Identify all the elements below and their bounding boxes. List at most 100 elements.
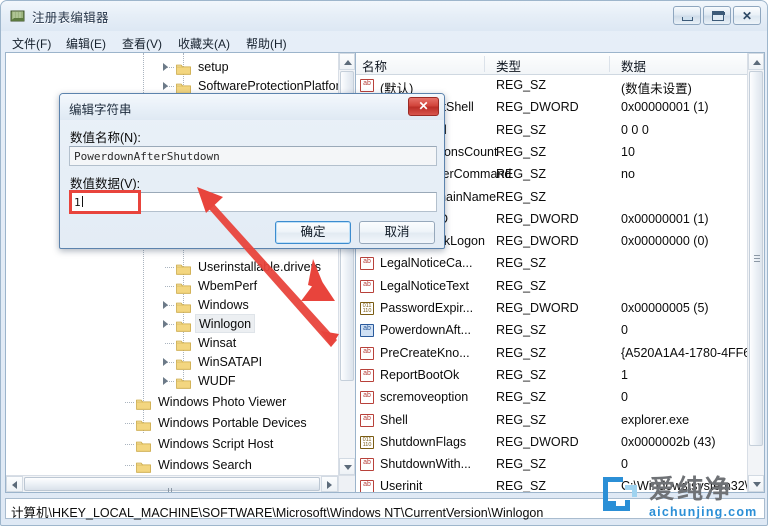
expand-arrow-icon[interactable] [163, 377, 168, 385]
column-divider[interactable] [484, 56, 485, 72]
value-type: REG_SZ [496, 479, 546, 492]
column-header[interactable]: 数据 [621, 56, 646, 75]
value-data: explorer.exe [621, 413, 689, 427]
value-data: 0x00000000 (0) [621, 234, 709, 248]
tree-item-label: WUDF [198, 371, 236, 392]
registry-icon [10, 8, 26, 24]
values-scroll-up-button[interactable] [748, 53, 764, 70]
folder-icon [176, 280, 191, 292]
value-data: 0x00000001 (1) [621, 212, 709, 226]
column-divider[interactable] [609, 56, 610, 72]
value-name: Shell [380, 413, 408, 427]
value-data: 1 [621, 368, 628, 382]
folder-icon [136, 417, 151, 429]
menu-item-3[interactable]: 查看(V) [117, 34, 167, 53]
value-data-input[interactable]: 1 [69, 192, 437, 212]
folder-icon [176, 375, 191, 387]
title-bar: 注册表编辑器 ✕ [1, 1, 767, 31]
cancel-button[interactable]: 取消 [359, 221, 435, 244]
value-type: REG_SZ [496, 167, 546, 181]
dialog-title-bar: 编辑字符串 ✕ [60, 94, 444, 120]
tree-scroll-left-button[interactable] [6, 476, 23, 492]
expand-arrow-icon[interactable] [163, 301, 168, 309]
menu-item-2[interactable]: 编辑(E) [61, 34, 111, 53]
watermark-en-text: aichunjing.com [649, 505, 757, 519]
value-name: ReportBootOk [380, 368, 459, 382]
value-data: 0x00000005 (5) [621, 301, 709, 315]
folder-icon [136, 396, 151, 408]
value-row[interactable]: abLegalNoticeTextREG_SZ [356, 276, 747, 298]
grip-icon [754, 255, 760, 263]
value-name-text: PowerdownAfterShutdown [74, 150, 220, 163]
watermark: 爱纯净 aichunjing.com [599, 467, 761, 521]
string-value-icon: ab [360, 414, 374, 427]
text-caret [82, 196, 83, 207]
value-data: no [621, 167, 635, 181]
value-row[interactable]: ab Shell REG_SZ explorer.exe [356, 410, 747, 432]
tree-scroll-down-button[interactable] [339, 458, 355, 475]
tree-hscroll-thumb[interactable] [24, 477, 320, 491]
menu-item-4[interactable]: 收藏夹(A) [173, 34, 235, 53]
value-data: 0 [621, 390, 628, 404]
tree-connector [125, 465, 134, 466]
expand-arrow-icon[interactable] [163, 320, 168, 328]
dialog-close-button[interactable]: ✕ [408, 97, 439, 116]
maximize-icon [712, 11, 724, 21]
value-row[interactable]: 011110PasswordExpir...REG_DWORD0x0000000… [356, 298, 747, 320]
value-row[interactable]: 011110ShutdownFlagsREG_DWORD0x0000002b (… [356, 432, 747, 454]
column-header[interactable]: 名称 [362, 56, 387, 75]
tree-connector [165, 286, 174, 287]
tree-horizontal-scrollbar[interactable] [6, 475, 338, 492]
value-name: PreCreateKno... [380, 346, 470, 360]
tree-scroll-right-button[interactable] [321, 476, 338, 492]
value-data: 10 [621, 145, 635, 159]
value-type: REG_SZ [496, 78, 546, 92]
tree-item-label: setup [198, 57, 229, 78]
string-value-icon: ab [360, 257, 374, 270]
folder-icon [136, 459, 151, 471]
registry-editor-window: 注册表编辑器 ✕ 文件(F) 编辑(E) 查看(V) 收藏夹(A) 帮助(H) setu… [0, 0, 768, 526]
value-name-field: PowerdownAfterShutdown [69, 146, 437, 166]
chevron-up-icon [344, 60, 352, 65]
value-data: 0x0000002b (43) [621, 435, 716, 449]
minimize-button[interactable] [673, 6, 701, 25]
dialog-body: 数值名称(N): PowerdownAfterShutdown 数值数据(V):… [61, 120, 443, 247]
value-row[interactable]: abPreCreateKno...REG_SZ{A520A1A4-1780-4F… [356, 343, 747, 365]
tree-item-label: WinSATAPI [198, 352, 262, 373]
value-row[interactable]: abscremoveoptionREG_SZ0 [356, 387, 747, 409]
value-row[interactable]: abPowerdownAft...REG_SZ0 [356, 320, 747, 342]
value-data-label: 数值数据(V): [70, 173, 140, 192]
dialog-title: 编辑字符串 [69, 99, 132, 118]
window-title: 注册表编辑器 [32, 7, 109, 26]
string-value-icon: ab [360, 480, 374, 492]
chevron-left-icon [12, 481, 17, 489]
minimize-icon [682, 17, 693, 21]
menu-item-5[interactable]: 帮助(H) [241, 34, 292, 53]
string-value-icon: ab [360, 347, 374, 360]
value-type: REG_DWORD [496, 100, 579, 114]
close-icon: ✕ [734, 7, 760, 24]
string-value-icon: ab [360, 79, 374, 92]
maximize-button[interactable] [703, 6, 731, 25]
window-controls: ✕ [673, 6, 761, 25]
expand-arrow-icon[interactable] [163, 358, 168, 366]
tree-scroll-up-button[interactable] [339, 53, 355, 70]
string-value-icon: ab [360, 369, 374, 382]
edit-string-dialog: 编辑字符串 ✕ 数值名称(N): PowerdownAfterShutdown … [59, 93, 445, 249]
column-header[interactable]: 类型 [496, 56, 521, 75]
value-type: REG_SZ [496, 390, 546, 404]
folder-icon [136, 438, 151, 450]
values-scroll-thumb[interactable] [749, 71, 763, 446]
value-row[interactable]: abReportBootOkREG_SZ1 [356, 365, 747, 387]
expand-arrow-icon[interactable] [163, 63, 168, 71]
value-type: REG_SZ [496, 413, 546, 427]
menu-item-1[interactable]: 文件(F) [7, 34, 56, 53]
values-vertical-scrollbar[interactable] [747, 53, 764, 492]
ok-button[interactable]: 确定 [275, 221, 351, 244]
value-name: ShutdownFlags [380, 435, 466, 449]
close-button[interactable]: ✕ [733, 6, 761, 25]
value-type: REG_SZ [496, 190, 546, 204]
value-type: REG_DWORD [496, 234, 579, 248]
value-row[interactable]: abLegalNoticeCa...REG_SZ [356, 253, 747, 275]
expand-arrow-icon[interactable] [163, 82, 168, 90]
